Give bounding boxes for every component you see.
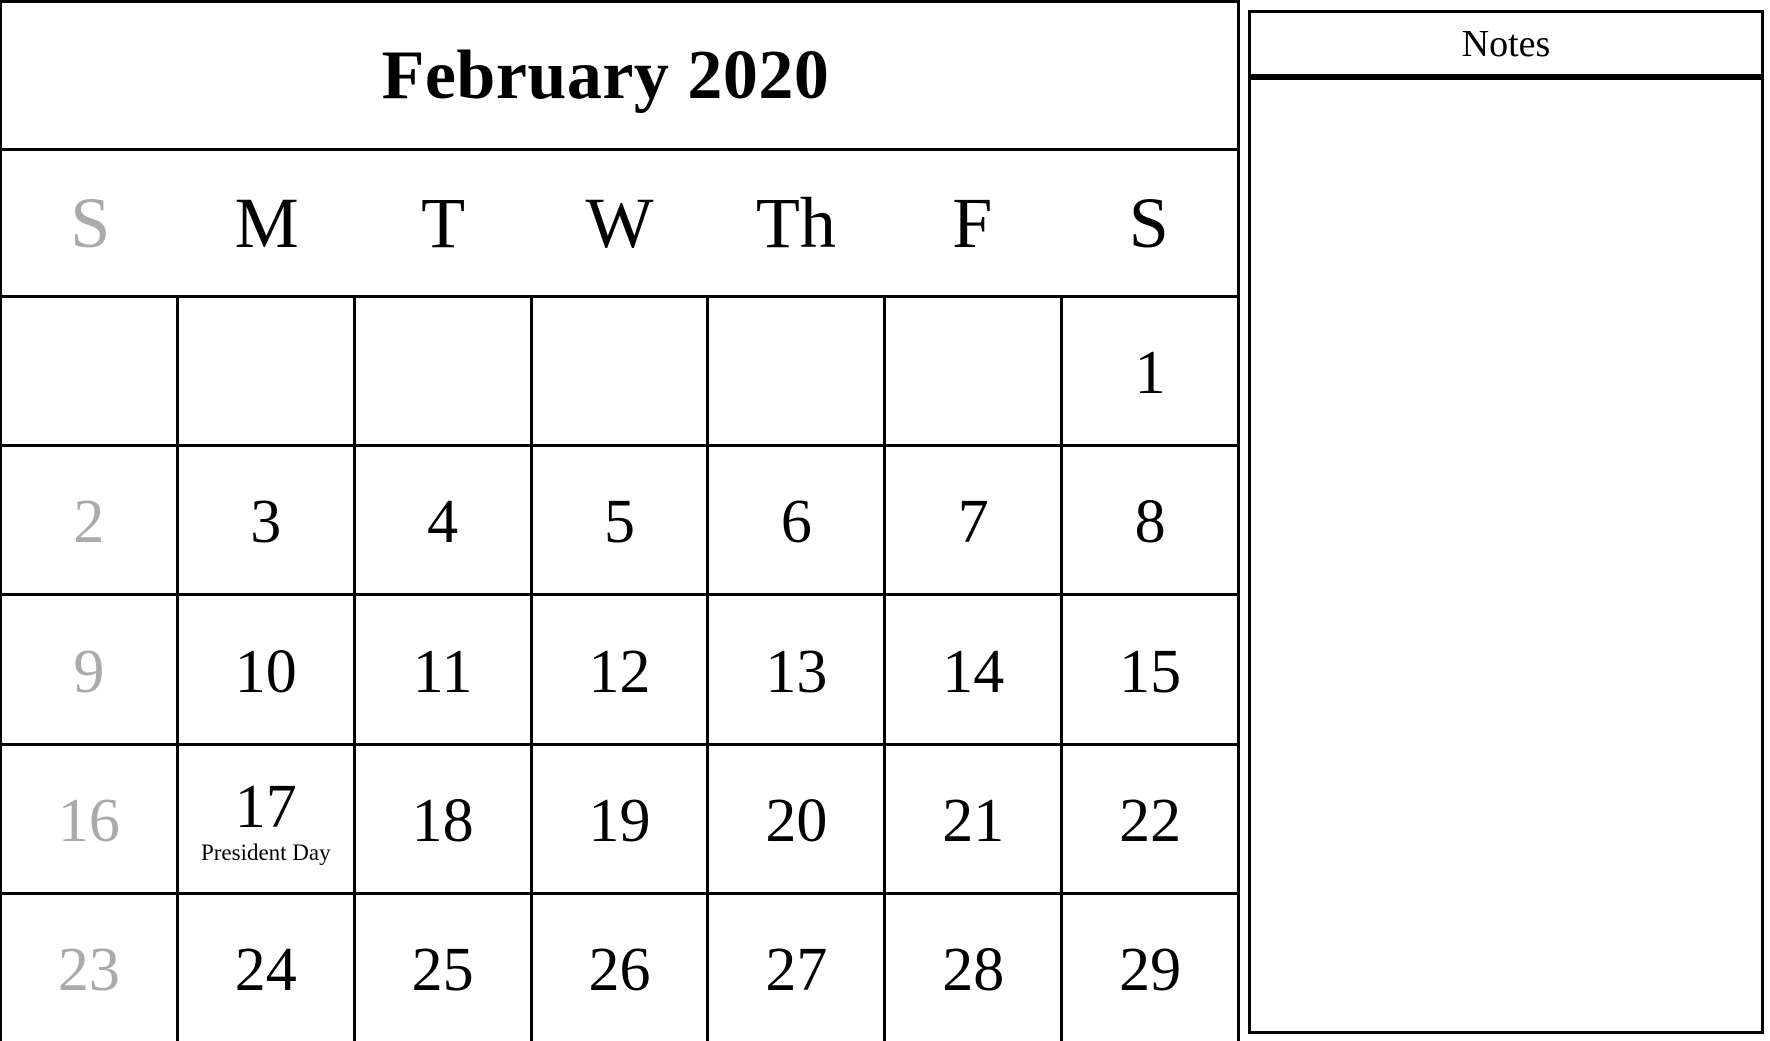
day-number: 19 xyxy=(588,786,651,855)
day-cell[interactable] xyxy=(175,298,353,445)
weekday-header-3: W xyxy=(585,183,654,263)
day-number: 13 xyxy=(765,637,828,706)
weekday-header-row: S M T W Th F S xyxy=(2,151,1237,298)
notes-header: Notes xyxy=(1248,10,1764,77)
day-cell[interactable] xyxy=(352,298,530,445)
week-row: 1 xyxy=(2,298,1237,448)
day-cell[interactable]: 29 xyxy=(1060,894,1237,1041)
day-cell[interactable]: 19 xyxy=(529,745,707,892)
day-number: 22 xyxy=(1119,786,1182,855)
day-cell[interactable] xyxy=(2,298,176,444)
day-cell[interactable]: 24 xyxy=(175,894,353,1041)
day-number: 5 xyxy=(604,488,635,557)
day-number: 27 xyxy=(765,935,828,1004)
calendar-weeks: 1 2 3 4 5 6 7 8 9 10 11 12 13 14 15 16 17 President Day 18… xyxy=(2,298,1237,1041)
day-cell[interactable]: 22 xyxy=(1060,745,1237,892)
weekday-header-1: M xyxy=(234,183,299,263)
day-cell[interactable]: 14 xyxy=(883,596,1060,743)
day-cell[interactable]: 25 xyxy=(352,894,530,1041)
week-row: 23 24 25 26 27 28 29 xyxy=(2,894,1237,1041)
notes-body[interactable] xyxy=(1248,77,1764,1034)
notes-title: Notes xyxy=(1461,22,1551,65)
day-number: 3 xyxy=(250,488,282,557)
day-number: 7 xyxy=(957,488,989,557)
week-row: 9 10 11 12 13 14 15 xyxy=(2,596,1237,746)
day-number: 26 xyxy=(588,935,651,1004)
weekday-header-6: S xyxy=(1128,183,1169,263)
day-cell[interactable]: 26 xyxy=(529,894,707,1041)
day-number: 29 xyxy=(1119,935,1182,1004)
day-event-label: President Day xyxy=(200,840,331,866)
day-number: 18 xyxy=(411,786,474,855)
day-number: 28 xyxy=(942,935,1005,1004)
day-number: 8 xyxy=(1134,488,1166,557)
day-number: 20 xyxy=(765,786,828,855)
day-cell[interactable]: 9 xyxy=(2,596,176,742)
day-cell[interactable]: 27 xyxy=(706,894,883,1041)
week-row: 2 3 4 5 6 7 8 xyxy=(2,447,1237,597)
day-number: 25 xyxy=(411,935,474,1004)
day-number: 2 xyxy=(73,488,105,557)
day-cell[interactable]: 10 xyxy=(175,596,353,743)
day-number: 21 xyxy=(942,786,1005,855)
day-cell[interactable]: 5 xyxy=(529,447,707,594)
weekday-header-5: F xyxy=(952,183,993,263)
day-number: 12 xyxy=(588,637,651,706)
day-cell[interactable] xyxy=(706,298,883,445)
calendar-grid: February 2020 S M T W Th F S 1 2 3 4 5 6 7 8 9 10 11 12 13… xyxy=(0,0,1240,1041)
notes-panel: Notes xyxy=(1248,10,1764,1034)
day-cell[interactable]: 1 xyxy=(1060,298,1237,445)
day-number: 4 xyxy=(427,488,459,557)
day-cell[interactable]: 3 xyxy=(175,447,353,594)
day-cell[interactable]: 6 xyxy=(706,447,883,594)
day-number: 14 xyxy=(942,637,1005,706)
day-number: 1 xyxy=(1134,339,1166,408)
day-number: 24 xyxy=(234,935,297,1004)
day-number: 15 xyxy=(1119,637,1182,706)
day-cell[interactable]: 20 xyxy=(706,745,883,892)
page-title: February 2020 xyxy=(381,36,830,114)
day-cell[interactable]: 12 xyxy=(529,596,707,743)
week-row: 16 17 President Day 18 19 20 21 22 xyxy=(2,745,1237,895)
weekday-header-4: Th xyxy=(755,183,836,263)
day-number: 6 xyxy=(780,488,812,557)
calendar-title-row: February 2020 xyxy=(2,3,1237,151)
day-cell[interactable]: 16 xyxy=(2,746,176,892)
weekday-header-2: T xyxy=(421,183,466,263)
day-cell[interactable] xyxy=(883,298,1060,445)
day-cell[interactable]: 11 xyxy=(352,596,530,743)
calendar-page: February 2020 S M T W Th F S 1 2 3 4 5 6 7 8 9 10 11 12 13… xyxy=(0,0,1770,1041)
day-cell[interactable]: 18 xyxy=(352,745,530,892)
day-cell[interactable]: 21 xyxy=(883,745,1060,892)
day-number: 17 xyxy=(234,773,297,842)
day-cell[interactable]: 7 xyxy=(883,447,1060,594)
day-number: 9 xyxy=(73,637,105,706)
day-cell[interactable]: 13 xyxy=(706,596,883,743)
day-cell[interactable]: 2 xyxy=(2,447,176,593)
day-number: 16 xyxy=(57,786,120,855)
day-cell[interactable]: 23 xyxy=(2,895,176,1041)
day-number: 10 xyxy=(234,637,297,706)
day-cell[interactable]: 8 xyxy=(1060,447,1237,594)
day-cell[interactable]: 17 President Day xyxy=(175,745,353,892)
day-cell[interactable]: 28 xyxy=(883,894,1060,1041)
day-number: 23 xyxy=(57,935,120,1004)
weekday-header-0: S xyxy=(70,183,111,263)
day-cell[interactable]: 15 xyxy=(1060,596,1237,743)
day-number: 11 xyxy=(412,637,473,706)
day-cell[interactable]: 4 xyxy=(352,447,530,594)
day-cell[interactable] xyxy=(529,298,707,445)
